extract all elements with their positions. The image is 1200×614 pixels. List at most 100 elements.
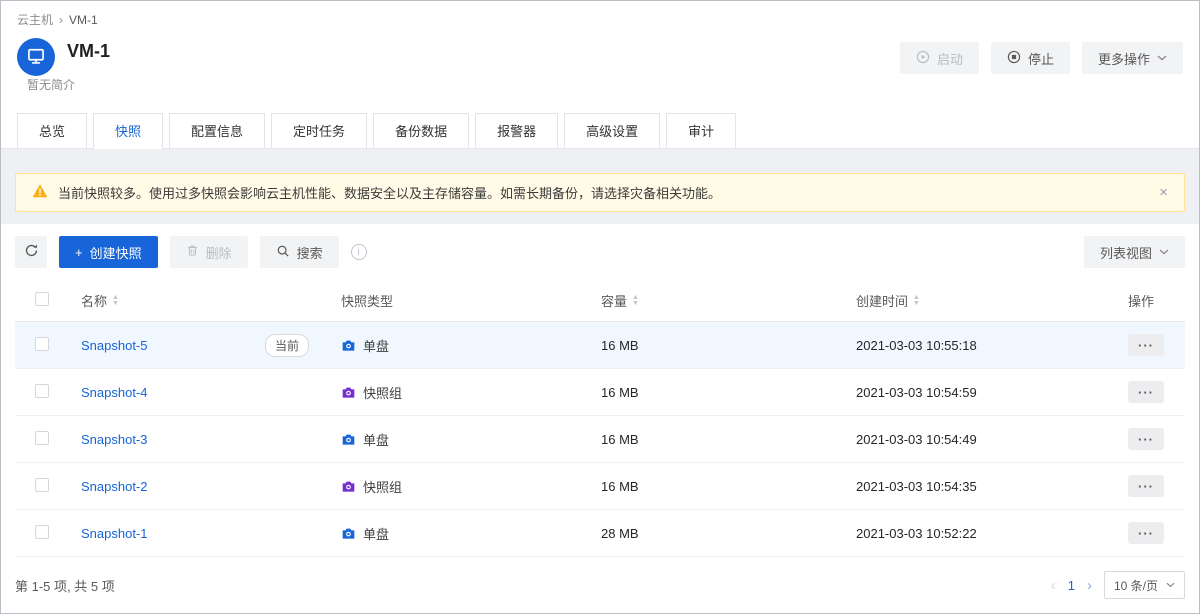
header-created-label: 创建时间: [856, 291, 908, 310]
sort-icon: ▲▼: [632, 295, 639, 307]
row-actions-cell: ···: [1126, 428, 1185, 450]
row-checkbox[interactable]: [35, 525, 49, 539]
table-row[interactable]: Snapshot-2 快照组 16 MB 2021-03-03 10:54:35…: [15, 463, 1185, 510]
name-sorter[interactable]: 名称 ▲▼: [81, 291, 119, 310]
camera-icon: [341, 385, 356, 400]
snapshot-size: 16 MB: [601, 432, 856, 447]
header-checkbox-cell: [15, 292, 65, 309]
snapshot-created-time: 2021-03-03 10:54:35: [856, 479, 1126, 494]
table-header-row: 名称 ▲▼ 快照类型 容量 ▲▼: [15, 280, 1185, 322]
tab-content: 当前快照较多。使用过多快照会影响云主机性能、数据安全以及主存储容量。如需长期备份…: [1, 149, 1199, 613]
table-row[interactable]: Snapshot-5 当前 单盘 16 MB 2021-03-03 10:55:…: [15, 322, 1185, 369]
tab[interactable]: 总览: [17, 113, 87, 149]
created-sorter[interactable]: 创建时间 ▲▼: [856, 291, 920, 310]
snapshot-type-label: 快照组: [363, 383, 402, 402]
chevron-down-icon: [1159, 249, 1169, 255]
items-summary: 第 1-5 项, 共 5 项: [15, 576, 115, 595]
snapshot-name-link[interactable]: Snapshot-2: [81, 479, 148, 494]
row-more-actions-button[interactable]: ···: [1128, 475, 1164, 497]
tab[interactable]: 审计: [666, 113, 736, 149]
row-checkbox-cell: [15, 525, 65, 542]
snapshot-warning-alert: 当前快照较多。使用过多快照会影响云主机性能、数据安全以及主存储容量。如需长期备份…: [15, 173, 1185, 212]
snapshot-type-label: 单盘: [363, 430, 389, 449]
snapshot-created-time: 2021-03-03 10:52:22: [856, 526, 1126, 541]
snapshot-name-link[interactable]: Snapshot-3: [81, 432, 148, 447]
info-icon[interactable]: i: [351, 244, 367, 260]
snapshot-name-link[interactable]: Snapshot-1: [81, 526, 148, 541]
snapshot-name-link[interactable]: Snapshot-5: [81, 338, 148, 353]
size-sorter[interactable]: 容量 ▲▼: [601, 291, 639, 310]
stop-icon: [1007, 50, 1021, 67]
camera-icon: [341, 479, 356, 494]
play-icon: [916, 50, 930, 67]
row-name-cell: Snapshot-1: [65, 526, 341, 541]
start-button-label: 启动: [937, 49, 963, 68]
delete-button[interactable]: 删除: [170, 236, 248, 268]
breadcrumb-vm-list[interactable]: 云主机: [17, 11, 53, 28]
table-body: Snapshot-5 当前 单盘 16 MB 2021-03-03 10:55:…: [15, 322, 1185, 557]
stop-button[interactable]: 停止: [991, 42, 1070, 74]
chevron-down-icon: [1166, 582, 1175, 588]
page-size-value: 10 条/页: [1114, 577, 1158, 594]
row-checkbox[interactable]: [35, 337, 49, 351]
row-name-cell: Snapshot-3: [65, 432, 341, 447]
vm-detail-page: 云主机 › VM-1 VM-1 暂无简介 启动 停止: [0, 0, 1200, 614]
snapshot-created-time: 2021-03-03 10:54:49: [856, 432, 1126, 447]
row-more-actions-button[interactable]: ···: [1128, 428, 1164, 450]
camera-icon: [341, 338, 356, 353]
search-button[interactable]: 搜索: [260, 236, 339, 268]
table-footer: 第 1-5 项, 共 5 项 ‹ 1 › 10 条/页: [1, 559, 1199, 613]
header-size-label: 容量: [601, 291, 627, 310]
row-type-cell: 快照组: [341, 383, 601, 402]
row-more-actions-button[interactable]: ···: [1128, 334, 1164, 356]
row-more-actions-button[interactable]: ···: [1128, 522, 1164, 544]
current-badge: 当前: [265, 334, 309, 357]
plus-icon: +: [75, 245, 83, 260]
table-row[interactable]: Snapshot-3 单盘 16 MB 2021-03-03 10:54:49 …: [15, 416, 1185, 463]
table-row[interactable]: Snapshot-4 快照组 16 MB 2021-03-03 10:54:59…: [15, 369, 1185, 416]
page-title: VM-1: [67, 38, 110, 64]
chevron-down-icon: [1157, 55, 1167, 61]
toolbar: + 创建快照 删除 搜索 i 列表视图: [1, 224, 1199, 280]
snapshot-type-label: 快照组: [363, 477, 402, 496]
row-checkbox[interactable]: [35, 384, 49, 398]
next-page-button[interactable]: ›: [1087, 578, 1092, 593]
table-row[interactable]: Snapshot-1 单盘 28 MB 2021-03-03 10:52:22 …: [15, 510, 1185, 557]
more-actions-button[interactable]: 更多操作: [1082, 42, 1183, 74]
row-actions-cell: ···: [1126, 522, 1185, 544]
tab[interactable]: 报警器: [475, 113, 558, 149]
snapshot-type-label: 单盘: [363, 524, 389, 543]
page-size-select[interactable]: 10 条/页: [1104, 571, 1185, 599]
view-mode-button[interactable]: 列表视图: [1084, 236, 1185, 268]
create-snapshot-label: 创建快照: [90, 243, 142, 262]
tab[interactable]: 快照: [93, 113, 163, 149]
sort-icon: ▲▼: [913, 295, 920, 307]
row-checkbox-cell: [15, 431, 65, 448]
tab[interactable]: 备份数据: [373, 113, 469, 149]
tab[interactable]: 高级设置: [564, 113, 660, 149]
start-button[interactable]: 启动: [900, 42, 979, 74]
tab[interactable]: 配置信息: [169, 113, 265, 149]
snapshot-name-link[interactable]: Snapshot-4: [81, 385, 148, 400]
header-size: 容量 ▲▼: [601, 291, 856, 310]
page-number[interactable]: 1: [1068, 578, 1075, 593]
tab[interactable]: 定时任务: [271, 113, 367, 149]
header-actions-col: 操作: [1126, 291, 1185, 310]
close-icon[interactable]: ×: [1159, 185, 1168, 200]
snapshot-table: 名称 ▲▼ 快照类型 容量 ▲▼: [15, 280, 1185, 557]
header-created: 创建时间 ▲▼: [856, 291, 1126, 310]
row-checkbox[interactable]: [35, 478, 49, 492]
pagination: ‹ 1 › 10 条/页: [1051, 571, 1185, 599]
snapshot-size: 28 MB: [601, 526, 856, 541]
row-checkbox-cell: [15, 478, 65, 495]
refresh-button[interactable]: [15, 236, 47, 268]
delete-button-label: 删除: [206, 243, 232, 262]
select-all-checkbox[interactable]: [35, 292, 49, 306]
header-type-label: 快照类型: [341, 294, 393, 309]
row-more-actions-button[interactable]: ···: [1128, 381, 1164, 403]
alert-message: 当前快照较多。使用过多快照会影响云主机性能、数据安全以及主存储容量。如需长期备份…: [58, 183, 721, 202]
header-type: 快照类型: [341, 291, 601, 310]
row-checkbox[interactable]: [35, 431, 49, 445]
prev-page-button[interactable]: ‹: [1051, 578, 1056, 593]
create-snapshot-button[interactable]: + 创建快照: [59, 236, 158, 268]
